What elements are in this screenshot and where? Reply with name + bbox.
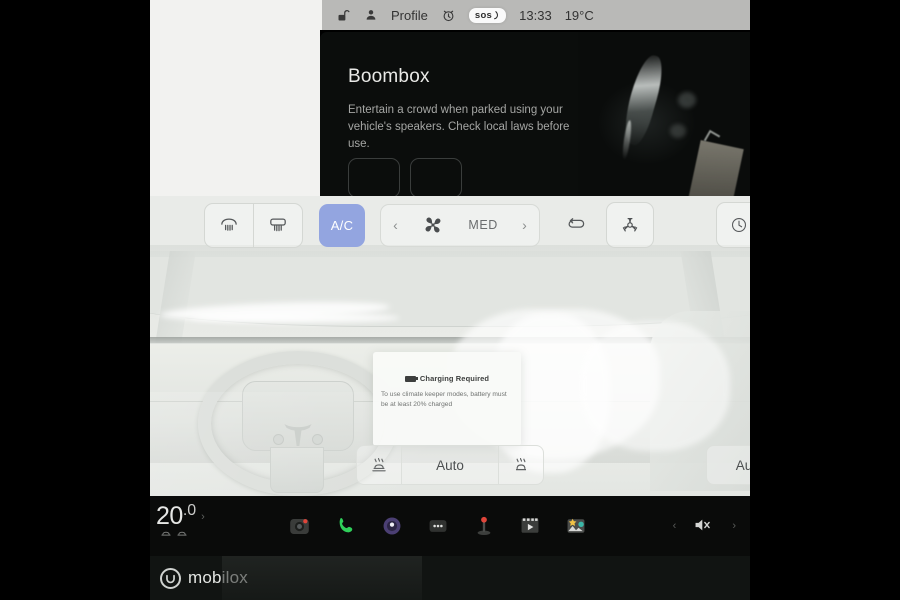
arcade-joystick-icon[interactable]	[472, 515, 495, 538]
front-defrost-button[interactable]	[205, 204, 253, 247]
tesla-touchscreen-photo: 67 km Profile	[150, 0, 750, 600]
heated-seat-icon	[516, 457, 526, 471]
battery-icon	[404, 375, 418, 382]
sos-label: sos	[474, 9, 493, 21]
climate-timer-button[interactable]	[716, 202, 750, 248]
fan-icon	[425, 217, 441, 233]
ac-toggle-button[interactable]: A/C	[319, 203, 365, 247]
sos-button[interactable]: sos	[468, 7, 507, 23]
defrost-button-group	[204, 202, 303, 248]
fan-speed-control: ‹ MED ›	[380, 203, 540, 247]
climate-bottom-row: Auto Au	[150, 442, 750, 488]
volume-muted-icon[interactable]	[693, 517, 715, 536]
seat-heater-mini-indicators[interactable]	[160, 528, 188, 537]
auto-climate-button-right[interactable]: Au	[706, 445, 750, 485]
passenger-seat-heater-button[interactable]	[498, 445, 544, 485]
boombox-action-button-1[interactable]	[348, 158, 400, 197]
recirculation-icon	[568, 218, 585, 228]
phone-icon[interactable]	[334, 515, 357, 538]
boombox-action-button-2[interactable]	[410, 158, 462, 197]
toybox-icon[interactable]	[564, 515, 587, 538]
recirculation-button[interactable]	[554, 204, 598, 247]
volume-control: ‹ ›	[673, 496, 736, 556]
profile-avatar-icon[interactable]	[364, 8, 378, 22]
bioweapon-defense-mode-button[interactable]	[606, 202, 654, 248]
popup-body: To use climate keeper modes, battery mus…	[381, 391, 507, 408]
airflow-stream	[190, 313, 400, 323]
dashcam-icon[interactable]	[288, 515, 311, 538]
auto-climate-button[interactable]: Auto	[402, 445, 498, 485]
popup-title: Charging Required	[419, 374, 490, 383]
more-options-icon[interactable]	[426, 515, 449, 538]
bottom-dock: 20 .0 › ‹ ›	[150, 496, 750, 556]
clock-timer-icon	[732, 218, 746, 232]
status-bar-right: Profile sos 13:33 19°C	[322, 0, 750, 30]
fan-speed-label: MED	[468, 218, 498, 232]
temperature-value: 20	[156, 502, 183, 530]
heated-seat-icon	[177, 531, 187, 536]
rear-defrost-button[interactable]	[254, 204, 302, 247]
popup-header: Charging Required	[373, 374, 521, 383]
fan-speed-decrease-button[interactable]: ‹	[393, 217, 398, 233]
climate-toolbar: A/C ‹ MED ›	[150, 196, 750, 254]
mobilox-watermark-bar: mobilox	[150, 556, 750, 600]
dock-app-icons	[288, 496, 587, 556]
boombox-description: Entertain a crowd when parked using your…	[348, 104, 570, 150]
volume-increase-button[interactable]: ›	[732, 520, 736, 532]
map-panel[interactable]	[150, 0, 320, 196]
media-player-icon[interactable]	[380, 515, 403, 538]
cabin-illustration: Charging Required To use climate keeper …	[150, 245, 750, 496]
alarm-clock-icon[interactable]	[441, 8, 456, 23]
bioweapon-defense-mode-icon	[622, 217, 638, 232]
sos-signal-icon	[494, 10, 499, 19]
heated-seat-icon	[372, 457, 386, 472]
cabin-temperature-control[interactable]: 20 .0 ›	[156, 502, 205, 531]
climate-panel: Charging Required To use climate keeper …	[150, 196, 750, 496]
boombox-title: Boombox	[348, 66, 430, 87]
temperature-expand-arrow[interactable]: ›	[201, 511, 205, 523]
fan-speed-increase-button[interactable]: ›	[522, 217, 527, 233]
screenshot-root: 67 km Profile	[0, 0, 900, 600]
unlocked-padlock-icon[interactable]	[336, 8, 351, 23]
heated-seat-icon	[161, 531, 171, 536]
charging-required-popup[interactable]: Charging Required To use climate keeper …	[373, 352, 521, 446]
profile-label[interactable]: Profile	[391, 8, 428, 23]
clock-label: 13:33	[519, 7, 552, 23]
boombox-card-image	[578, 32, 750, 197]
driver-seat-heater-button[interactable]	[356, 445, 402, 485]
mobilox-logo-icon	[160, 567, 181, 589]
outside-temperature-label: 19°C	[564, 7, 594, 23]
volume-decrease-button[interactable]: ‹	[673, 520, 677, 532]
boombox-card[interactable]: Boombox Entertain a crowd when parked us…	[320, 32, 750, 197]
rear-defrost-icon	[270, 218, 286, 232]
front-defrost-icon	[221, 218, 237, 231]
airflow-stream	[580, 321, 730, 451]
temperature-decimal: .0	[182, 502, 197, 519]
theater-icon[interactable]	[518, 515, 541, 538]
